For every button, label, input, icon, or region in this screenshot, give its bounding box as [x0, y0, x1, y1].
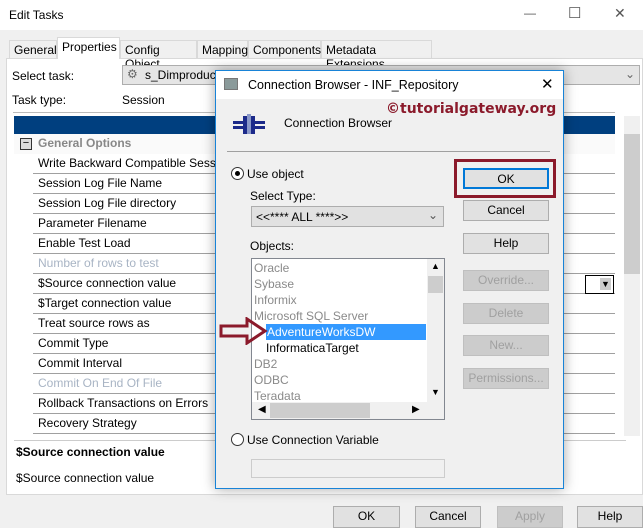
object-list-item[interactable]: Microsoft SQL Server [254, 308, 368, 324]
new-button[interactable]: New... [463, 335, 549, 356]
objects-list[interactable]: Oracle Sybase Informix Microsoft SQL Server… [251, 258, 445, 420]
tab-properties[interactable]: Properties [57, 37, 120, 59]
scroll-up-icon[interactable]: ▲ [431, 261, 440, 271]
select-task-label: Select task: [12, 69, 75, 83]
close-button[interactable]: ✕ [614, 5, 626, 22]
scrollbar-thumb[interactable] [270, 403, 370, 418]
chevron-down-icon: ⌄ [624, 67, 635, 81]
use-variable-label: Use Connection Variable [247, 433, 379, 447]
scrollbar-thumb[interactable] [428, 276, 443, 293]
chevron-down-icon: ⌄ [427, 208, 438, 222]
object-list-item[interactable]: InformaticaTarget [266, 340, 359, 356]
scrollbar-thumb[interactable] [624, 134, 640, 274]
window-title: Edit Tasks [9, 8, 64, 22]
object-list-item[interactable]: AdventureWorksDW [265, 323, 427, 341]
delete-button[interactable]: Delete [463, 303, 549, 324]
scroll-down-icon[interactable]: ▼ [431, 387, 440, 397]
maximize-button[interactable]: ☐ [568, 4, 581, 22]
divider [227, 151, 550, 152]
connection-icon [233, 114, 265, 134]
dialog-header: Connection Browser [284, 116, 393, 130]
use-object-label: Use object [247, 167, 304, 181]
use-object-radio[interactable] [231, 167, 244, 180]
dialog-ok-button[interactable]: OK [463, 168, 549, 189]
select-type-value: <<**** ALL ****>> [256, 210, 349, 224]
scroll-left-icon[interactable]: ◀ [258, 404, 266, 415]
dialog-help-button[interactable]: Help [463, 233, 549, 254]
select-type-label: Select Type: [250, 189, 316, 203]
tab-config-object[interactable]: Config Object [120, 40, 197, 71]
group-label: General Options [38, 136, 132, 150]
connection-browser-dialog: Connection Browser - INF_Repository ✕ ©t… [215, 70, 564, 489]
tab-components[interactable]: Components [248, 40, 321, 58]
object-list-item[interactable]: Informix [254, 292, 297, 308]
pointer-arrow-icon [219, 317, 268, 345]
gear-icon: ⚙ [127, 67, 138, 81]
object-list-item[interactable]: ODBC [254, 372, 289, 388]
dialog-title-bar: Connection Browser - INF_Repository ✕ [216, 71, 563, 99]
grid-scrollbar[interactable] [624, 116, 640, 436]
list-vscrollbar[interactable]: ▲ ▼ [427, 259, 444, 402]
dialog-title: Connection Browser - INF_Repository [248, 78, 459, 92]
object-list-item[interactable]: Sybase [254, 276, 294, 292]
minimize-button[interactable]: — [524, 6, 536, 20]
tab-mapping[interactable]: Mapping [197, 40, 248, 58]
title-bar: Edit Tasks — ☐ ✕ [0, 0, 643, 30]
tab-general[interactable]: General [9, 40, 57, 58]
dialog-cancel-button[interactable]: Cancel [463, 200, 549, 221]
watermark: ©tutorialgateway.org [386, 101, 557, 117]
object-list-item[interactable]: Teradata [254, 388, 301, 402]
select-type-dropdown[interactable]: <<**** ALL ****>> ⌄ [251, 206, 444, 227]
permissions-button[interactable]: Permissions... [463, 368, 549, 389]
override-button[interactable]: Override... [463, 270, 549, 291]
object-list-item[interactable]: Oracle [254, 260, 289, 276]
description-text: $Source connection value [16, 471, 155, 485]
select-task-value: s_Dimproducts [145, 68, 226, 82]
task-type-value: Session [122, 93, 165, 107]
scroll-right-icon[interactable]: ▶ [412, 404, 420, 415]
use-variable-radio[interactable] [231, 433, 244, 446]
dialog-close-icon[interactable]: ✕ [541, 75, 554, 93]
list-hscrollbar[interactable]: ◀ ▶ [252, 402, 444, 419]
connection-variable-input[interactable] [251, 459, 445, 478]
tab-metadata-extensions[interactable]: Metadata Extensions [321, 40, 432, 71]
dropdown-arrow-icon[interactable]: ▼ [600, 278, 611, 290]
collapse-icon[interactable]: − [20, 138, 32, 150]
task-type-label: Task type: [12, 93, 67, 107]
value-dropdown[interactable]: ▼ [585, 275, 614, 294]
description-title: $Source connection value [16, 445, 165, 459]
app-icon [224, 78, 238, 90]
object-list-item[interactable]: DB2 [254, 356, 277, 372]
objects-label: Objects: [250, 239, 295, 253]
